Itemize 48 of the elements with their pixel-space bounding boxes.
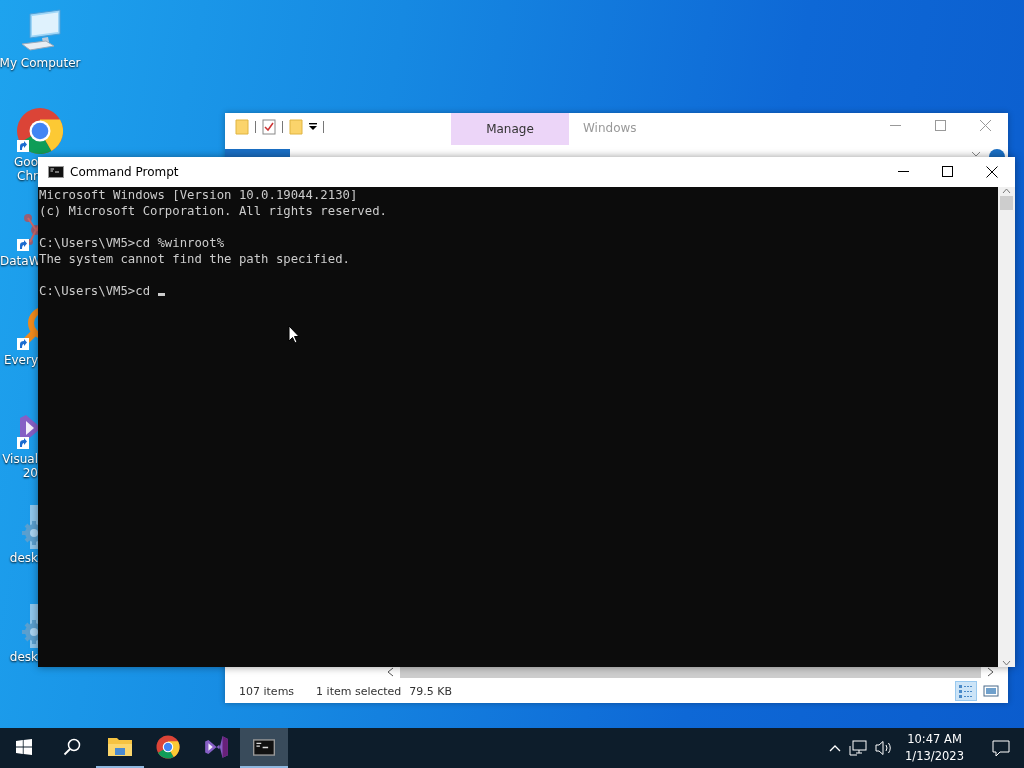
icon-label: desk <box>8 650 38 664</box>
context-tab[interactable]: Manage <box>451 113 569 145</box>
scroll-right-icon[interactable] <box>987 667 994 677</box>
visual-studio-icon[interactable] <box>203 734 229 760</box>
date-text: 1/13/2023 <box>905 748 964 765</box>
console-line: C:\Users\VM5>cd %winroot% <box>39 235 226 251</box>
icon-label: Goo <box>13 155 38 169</box>
icon-label: Every <box>2 353 38 367</box>
taskbar-button[interactable] <box>240 728 288 768</box>
icon-label: Visual <box>1 452 38 466</box>
status-text: 79.5 KB <box>409 684 453 698</box>
console-line: (c) Microsoft Corporation. All rights reserved. <box>39 203 388 219</box>
icon-label: 20 <box>21 466 38 480</box>
properties-icon[interactable] <box>262 119 276 135</box>
time-text: 10:47 AM <box>907 731 962 748</box>
console-line: The system cannot find the path specified. <box>39 251 351 267</box>
console-line: Microsoft Windows [Version 10.0.19044.2130] <box>39 187 359 203</box>
status-text: 1 item selected <box>316 684 402 698</box>
chevron-down-icon[interactable] <box>971 151 981 157</box>
scroll-left-icon[interactable] <box>387 667 394 677</box>
chrome-icon[interactable] <box>156 735 180 759</box>
chrome-icon <box>16 107 64 155</box>
status-text: 107 items <box>239 684 295 698</box>
scrollbar-thumb[interactable] <box>1000 196 1013 210</box>
scroll-up-icon[interactable] <box>1002 187 1011 194</box>
window-title: Windows <box>583 121 637 135</box>
help-icon[interactable] <box>989 149 1005 157</box>
folder-icon[interactable] <box>108 736 132 758</box>
console-line: C:\Users\VM5>cd <box>39 283 151 299</box>
notification-icon[interactable] <box>992 739 1010 757</box>
search-icon[interactable] <box>63 738 81 756</box>
windows-logo-icon[interactable] <box>16 739 32 755</box>
window-title: Command Prompt <box>70 165 179 179</box>
icon-label: My Computer <box>0 56 81 70</box>
details-view-button[interactable] <box>955 681 977 701</box>
maximize-icon[interactable] <box>942 166 953 177</box>
icon-label: desk <box>8 551 38 565</box>
terminal-icon <box>253 738 275 756</box>
close-icon[interactable] <box>986 166 998 178</box>
mouse-pointer-icon <box>288 325 300 344</box>
scroll-down-icon[interactable] <box>1002 660 1011 667</box>
dropdown-icon[interactable] <box>309 123 317 131</box>
clock[interactable]: 10:47 AM 1/13/2023 <box>905 731 964 765</box>
chevron-up-icon[interactable] <box>829 744 842 752</box>
icon-label: Chr <box>16 169 38 183</box>
terminal-icon <box>48 166 64 178</box>
network-icon[interactable] <box>849 740 868 756</box>
speaker-icon[interactable] <box>875 740 894 756</box>
